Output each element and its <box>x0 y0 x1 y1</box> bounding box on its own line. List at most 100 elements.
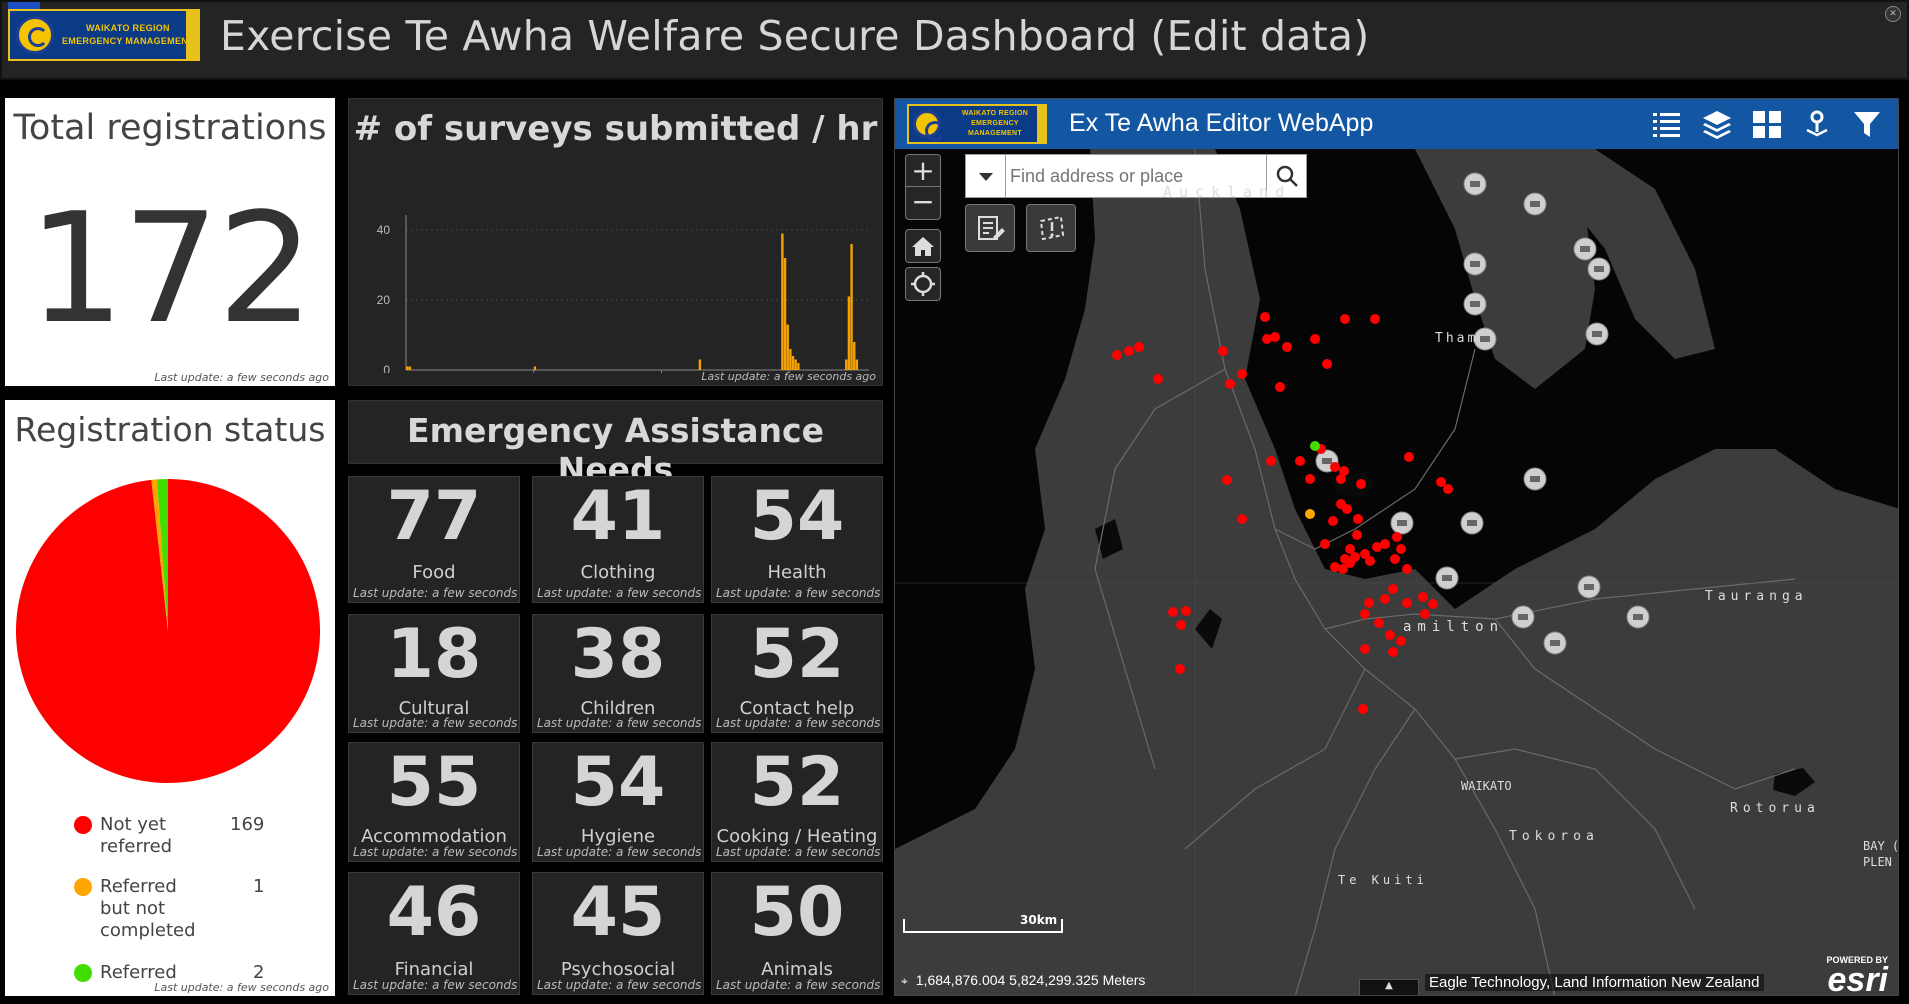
welfare-center-marker[interactable] <box>1463 252 1487 276</box>
welfare-center-marker[interactable] <box>1463 292 1487 316</box>
need-update: Last update: a few seconds <box>716 586 881 600</box>
locate-button[interactable] <box>905 267 941 301</box>
welfare-center-marker[interactable] <box>1523 192 1547 216</box>
legend-tool-button[interactable] <box>1651 108 1683 140</box>
registration-point-not-referred[interactable] <box>1353 514 1363 524</box>
registration-point-not-referred[interactable] <box>1404 452 1414 462</box>
welfare-center-marker[interactable] <box>1511 605 1535 629</box>
welfare-center-marker[interactable] <box>1390 511 1414 535</box>
registration-point-not-referred[interactable] <box>1360 644 1370 654</box>
registration-point-not-referred[interactable] <box>1390 554 1400 564</box>
filter-tool-button[interactable] <box>1851 108 1883 140</box>
registration-point-not-referred[interactable] <box>1336 474 1346 484</box>
edit-button[interactable] <box>965 204 1015 252</box>
registration-point-not-referred[interactable] <box>1360 609 1370 619</box>
expand-attribution-button[interactable]: ▲ <box>1359 979 1419 995</box>
welfare-center-marker[interactable] <box>1626 605 1650 629</box>
registration-point-not-referred[interactable] <box>1392 532 1402 542</box>
registration-point-not-referred[interactable] <box>1388 647 1398 657</box>
registration-point-not-referred[interactable] <box>1340 314 1350 324</box>
registration-point-not-referred[interactable] <box>1153 374 1163 384</box>
map-label-auckland: Auckland <box>1163 183 1292 201</box>
welfare-center-marker[interactable] <box>1463 172 1487 196</box>
search-source-dropdown[interactable] <box>966 155 1006 197</box>
registration-point-not-referred[interactable] <box>1175 664 1185 674</box>
registration-point-not-referred[interactable] <box>1134 342 1144 352</box>
welfare-center-marker[interactable] <box>1460 511 1484 535</box>
home-button[interactable] <box>905 229 941 263</box>
registration-point-not-referred[interactable] <box>1330 462 1340 472</box>
registration-point-not-referred[interactable] <box>1328 516 1338 526</box>
registration-point-not-referred[interactable] <box>1305 474 1315 484</box>
map-basemap[interactable] <box>895 149 1899 996</box>
legend-label-referred-incomplete: Referred but not completed <box>100 876 196 942</box>
registration-point-not-referred[interactable] <box>1420 609 1430 619</box>
welfare-center-marker[interactable] <box>1585 322 1609 346</box>
map-canvas[interactable]: + − Auckland Tham Tauranga amilton WAIKA… <box>895 149 1899 996</box>
registration-point-not-referred[interactable] <box>1385 630 1395 640</box>
surveys-chart-update: Last update: a few seconds ago <box>701 370 876 383</box>
welfare-center-marker[interactable] <box>1573 237 1597 261</box>
registration-point-not-referred[interactable] <box>1402 598 1412 608</box>
registration-point-not-referred[interactable] <box>1364 598 1374 608</box>
select-tool-button[interactable] <box>1026 204 1076 252</box>
registration-point-not-referred[interactable] <box>1443 484 1453 494</box>
need-label: Financial <box>394 959 474 980</box>
registration-point-not-referred[interactable] <box>1380 539 1390 549</box>
survey-bar <box>847 296 851 370</box>
registration-point-not-referred[interactable] <box>1374 618 1384 628</box>
welfare-center-marker[interactable] <box>1577 575 1601 599</box>
crosshair-icon: ⌖ <box>901 974 908 988</box>
welfare-center-marker[interactable] <box>1523 467 1547 491</box>
registration-point-not-referred[interactable] <box>1396 544 1406 554</box>
registration-point-not-referred[interactable] <box>1237 369 1247 379</box>
registration-point-not-referred[interactable] <box>1320 539 1330 549</box>
registration-point-not-referred[interactable] <box>1322 359 1332 369</box>
registration-point-not-referred[interactable] <box>1270 332 1280 342</box>
registration-point-not-referred[interactable] <box>1358 704 1368 714</box>
map-label-bay: BAY ( <box>1863 839 1899 853</box>
registration-point-not-referred[interactable] <box>1356 479 1366 489</box>
map-title: Ex Te Awha Editor WebApp <box>1069 109 1374 137</box>
layers-tool-button[interactable] <box>1701 108 1733 140</box>
basemap-gallery-button[interactable] <box>1751 108 1783 140</box>
legend-line: Not yet <box>100 814 167 835</box>
registration-point-not-referred[interactable] <box>1428 599 1438 609</box>
zoom-in-button[interactable]: + <box>906 155 940 187</box>
welfare-center-marker[interactable] <box>1543 631 1567 655</box>
registration-point-not-referred[interactable] <box>1402 564 1412 574</box>
welfare-center-marker[interactable] <box>1587 257 1611 281</box>
registration-point-not-referred[interactable] <box>1260 312 1270 322</box>
registration-point-not-referred[interactable] <box>1365 556 1375 566</box>
registration-point-not-referred[interactable] <box>1295 456 1305 466</box>
registration-point-not-referred[interactable] <box>1370 314 1380 324</box>
need-tile-children: 38 Children Last update: a few seconds <box>532 614 704 733</box>
registration-point-not-referred[interactable] <box>1168 607 1178 617</box>
registration-point-not-referred[interactable] <box>1176 620 1186 630</box>
registration-point-not-referred[interactable] <box>1310 334 1320 344</box>
registration-point-referred[interactable] <box>1310 441 1320 451</box>
need-label: Hygiene <box>580 826 656 847</box>
registration-point-not-referred[interactable] <box>1388 584 1398 594</box>
registration-point-not-referred[interactable] <box>1275 382 1285 392</box>
registration-point-not-referred[interactable] <box>1237 514 1247 524</box>
registration-point-not-referred[interactable] <box>1218 346 1228 356</box>
registration-point-not-referred[interactable] <box>1396 636 1406 646</box>
registration-point-not-referred[interactable] <box>1266 456 1276 466</box>
registration-point-not-referred[interactable] <box>1282 342 1292 352</box>
zoom-out-button[interactable]: − <box>906 187 940 219</box>
close-icon[interactable]: ✕ <box>1885 6 1901 22</box>
registration-point-not-referred[interactable] <box>1181 606 1191 616</box>
welfare-center-marker[interactable] <box>1435 566 1459 590</box>
locate-tool-button[interactable] <box>1801 108 1833 140</box>
registration-point-not-referred[interactable] <box>1342 504 1352 514</box>
registration-point-not-referred[interactable] <box>1225 379 1235 389</box>
registration-point-not-referred[interactable] <box>1352 530 1362 540</box>
registration-point-referred-incomplete[interactable] <box>1305 509 1315 519</box>
registration-point-not-referred[interactable] <box>1222 475 1232 485</box>
registration-point-not-referred[interactable] <box>1380 594 1390 604</box>
registration-point-not-referred[interactable] <box>1418 592 1428 602</box>
registration-point-not-referred[interactable] <box>1124 346 1134 356</box>
registration-point-not-referred[interactable] <box>1112 350 1122 360</box>
registration-point-not-referred[interactable] <box>1350 552 1360 562</box>
